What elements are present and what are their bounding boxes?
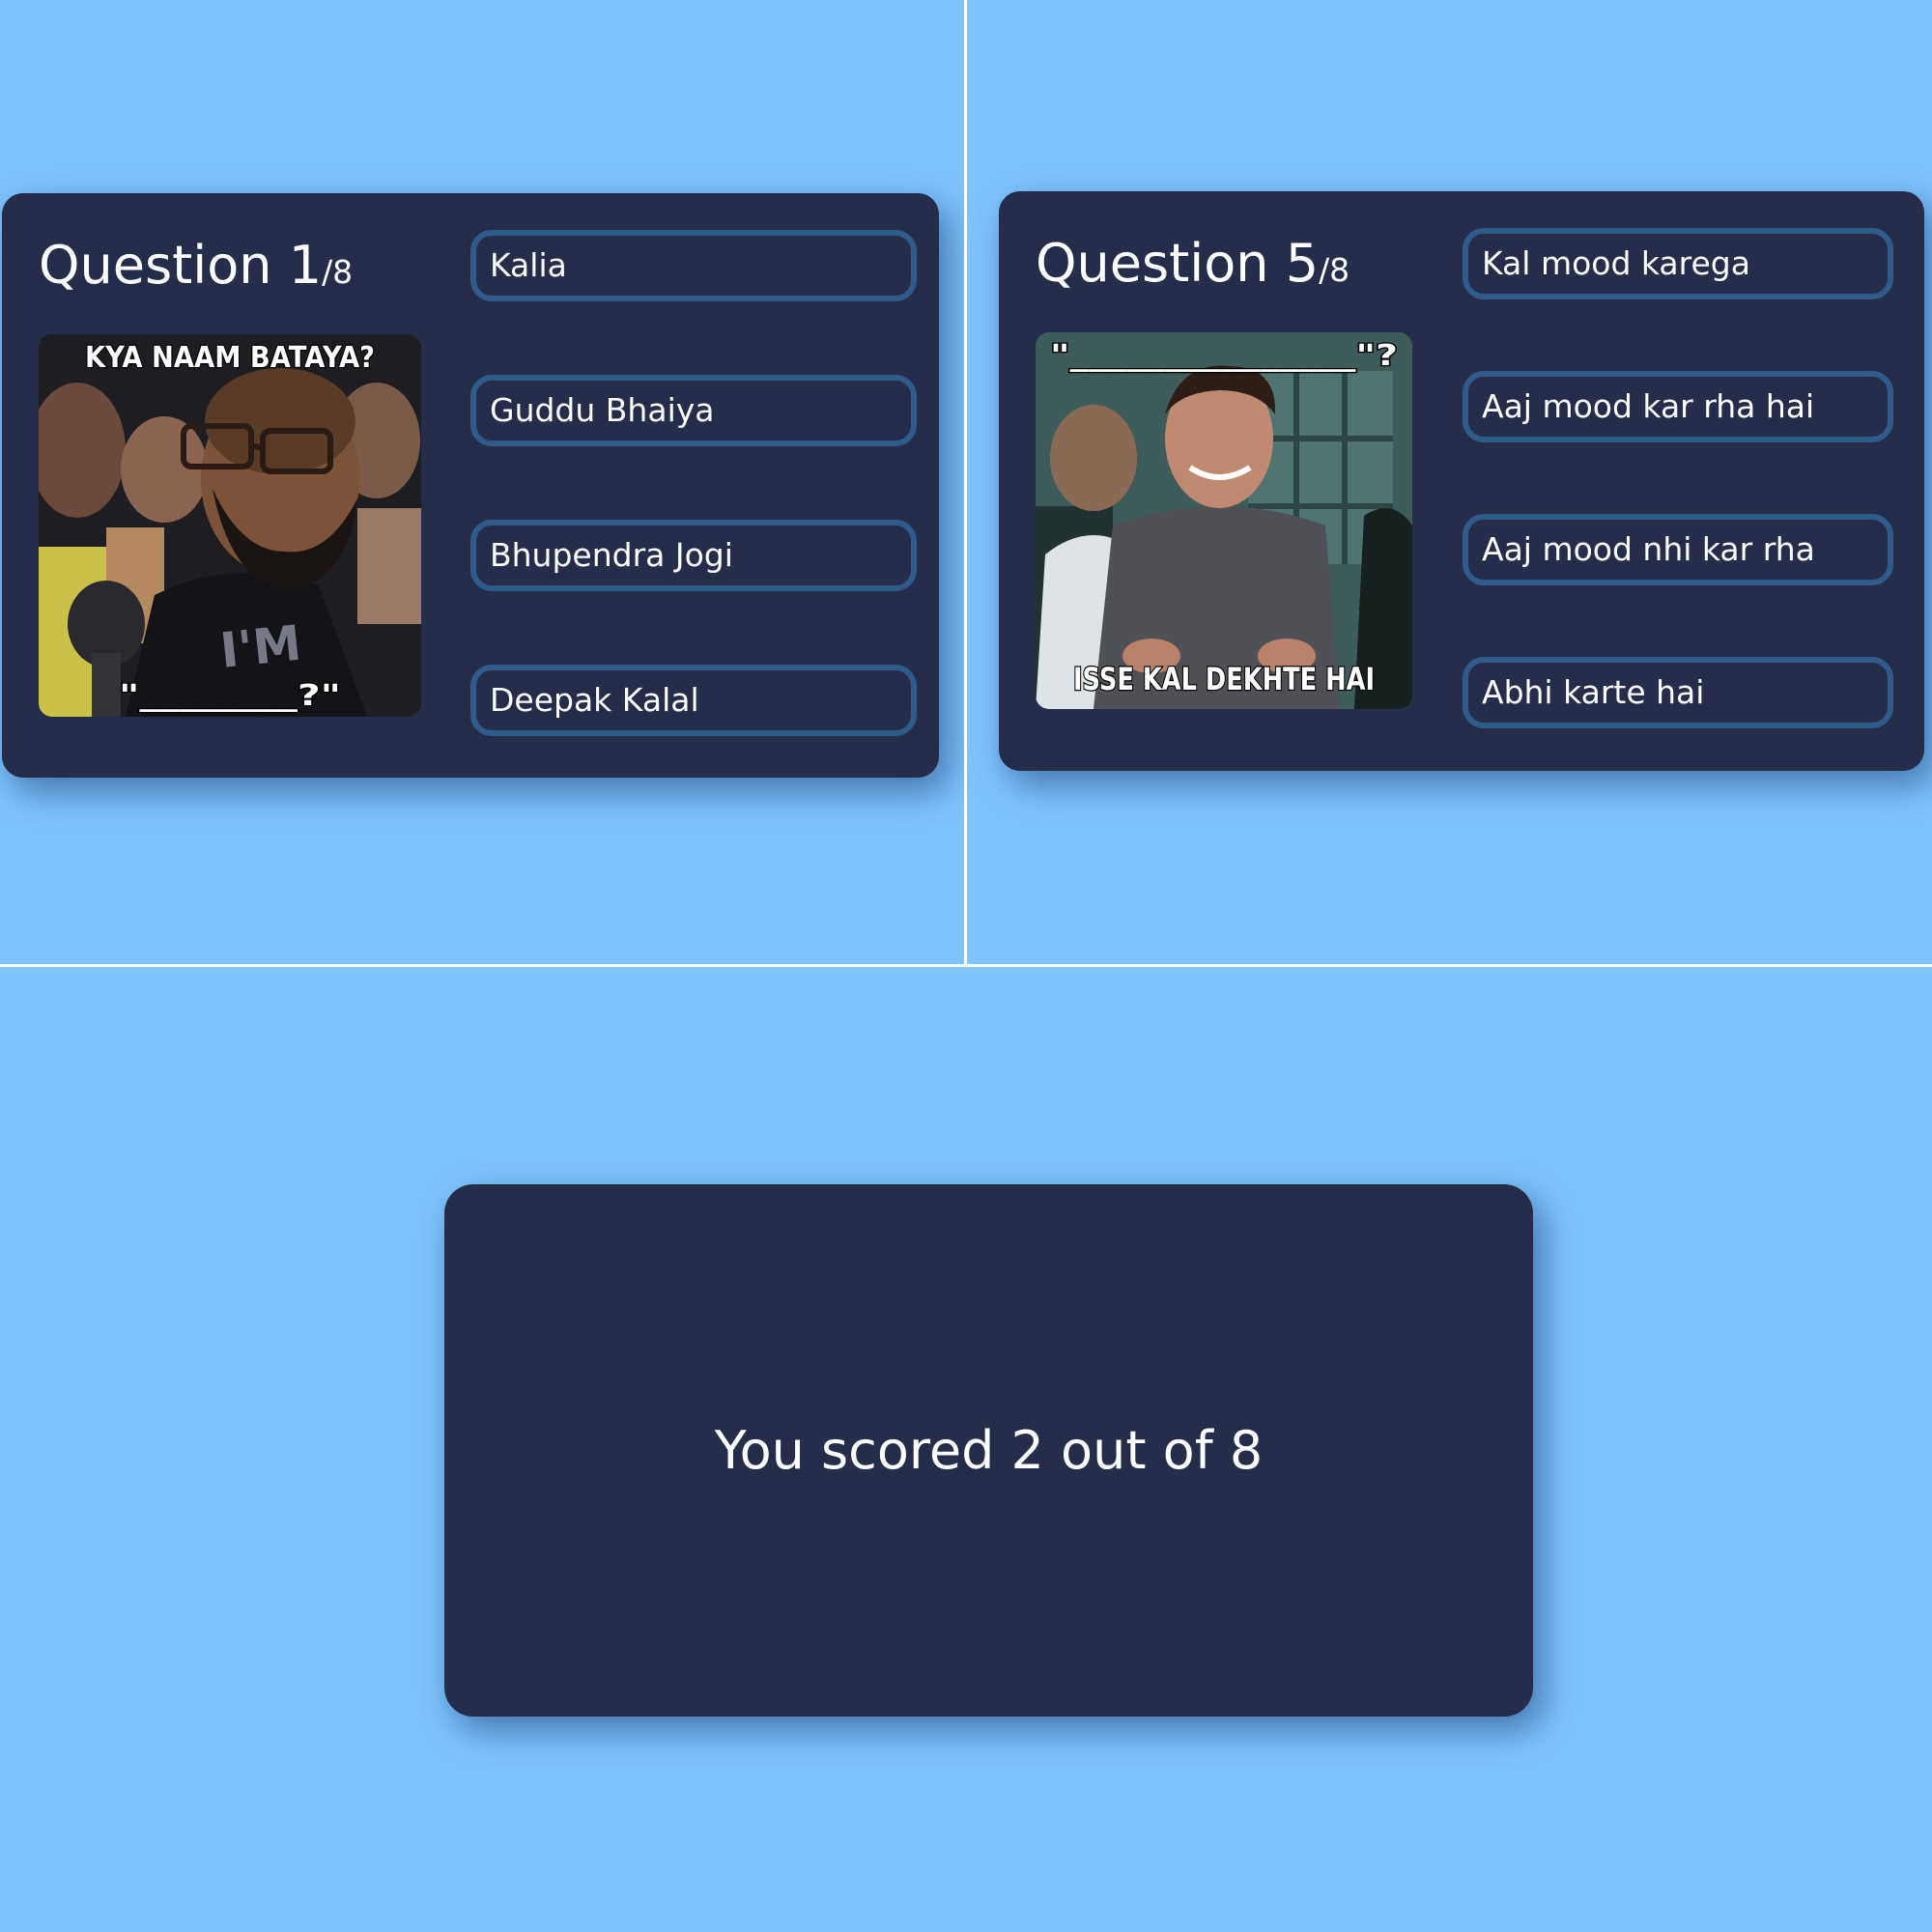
meme-image-drawing: I'M KYA NAAM BATAYA? "________?" [39, 334, 421, 717]
question-label: Question [1036, 233, 1286, 294]
meme-image: I'M KYA NAAM BATAYA? "________?" [39, 334, 421, 717]
question-total: /8 [322, 253, 354, 291]
question-title: Question 1/8 [39, 240, 353, 292]
meme-image: "_______________"? ISSE KAL DEKHTE HAI [1036, 332, 1412, 709]
answer-option-2[interactable]: Aaj mood kar rha hai [1463, 371, 1893, 442]
answer-option-3[interactable]: Aaj mood nhi kar rha [1463, 514, 1893, 585]
result-panel: You scored 2 out of 8 [0, 967, 1932, 1932]
question-title: Question 5/8 [1036, 238, 1350, 290]
question-card: Question 5/8 "_______________"? ISSE KAL… [999, 191, 1924, 771]
meme-top-caption: KYA NAAM BATAYA? [85, 341, 375, 375]
score-card: You scored 2 out of 8 [444, 1184, 1533, 1717]
answer-option-2[interactable]: Guddu Bhaiya [470, 375, 917, 446]
question-number: 1 [288, 235, 323, 296]
answer-option-1[interactable]: Kal mood karega [1463, 228, 1893, 299]
meme-bottom-caption: ISSE KAL DEKHTE HAI [1073, 661, 1375, 697]
meme-top-caption: "_______________"? [1050, 339, 1398, 373]
question-label: Question [39, 235, 289, 296]
score-text: You scored 2 out of 8 [714, 1420, 1264, 1481]
answer-option-4[interactable]: Deepak Kalal [470, 665, 917, 736]
meme-image-drawing: "_______________"? ISSE KAL DEKHTE HAI [1036, 332, 1412, 709]
quiz-panel-question-1: Question 1/8 I'M KYA NAAM BATAYA? "_____… [0, 0, 964, 964]
answer-option-3[interactable]: Bhupendra Jogi [470, 520, 917, 591]
meme-bottom-caption: "________?" [119, 679, 341, 713]
answer-option-1[interactable]: Kalia [470, 230, 917, 301]
question-card: Question 1/8 I'M KYA NAAM BATAYA? "_____… [2, 193, 939, 778]
svg-text:I'M: I'M [217, 615, 303, 679]
answer-option-4[interactable]: Abhi karte hai [1463, 657, 1893, 728]
question-number: 5 [1285, 233, 1320, 294]
question-total: /8 [1319, 251, 1350, 289]
quiz-panel-question-5: Question 5/8 "_______________"? ISSE KAL… [967, 0, 1932, 964]
